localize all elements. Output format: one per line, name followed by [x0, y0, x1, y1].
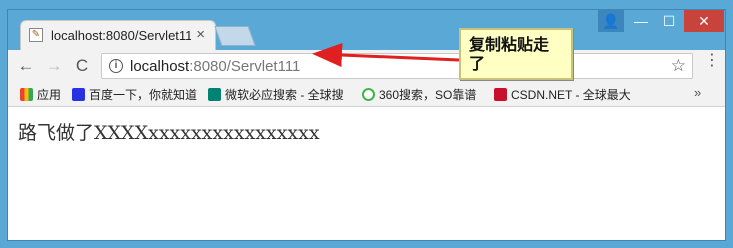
browser-menu-icon[interactable]: ⋮: [704, 53, 720, 69]
url-host: localhost: [130, 58, 190, 75]
forward-button[interactable]: →: [44, 56, 64, 76]
minimize-button[interactable]: —: [628, 10, 654, 32]
apps-icon: [20, 88, 33, 101]
site-info-icon[interactable]: i: [109, 59, 123, 73]
bookmark-label: 微软必应搜索 - 全球搜: [225, 88, 344, 102]
bookmarks-overflow-button[interactable]: »: [694, 85, 701, 100]
page-body-text: 路飞做了XXXXxxxxxxxxxxxxxxxx: [18, 122, 320, 144]
bookmark-label: 360搜索，SO靠谱: [379, 88, 477, 102]
bookmark-label: CSDN.NET - 全球最大: [511, 88, 631, 102]
browser-tab[interactable]: ✎ localhost:8080/Servlet111 ×: [20, 20, 216, 50]
baidu-paw-icon: [72, 88, 85, 101]
url-text[interactable]: localhost:8080/Servlet111: [130, 58, 300, 75]
user-profile-icon[interactable]: 👤: [598, 10, 624, 32]
browser-window: ✎ localhost:8080/Servlet111 × 👤 — ☐ ✕ ← …: [8, 10, 725, 240]
csdn-icon: [494, 88, 507, 101]
bookmark-360[interactable]: 360搜索，SO靠谱: [362, 86, 476, 103]
bookmark-label: 百度一下，你就知道: [89, 88, 198, 102]
bing-icon: [208, 88, 221, 101]
page-favicon-icon: ✎: [29, 28, 43, 42]
so360-icon: [362, 88, 375, 101]
back-button[interactable]: ←: [16, 56, 36, 76]
bookmark-csdn[interactable]: CSDN.NET - 全球最大: [494, 86, 631, 103]
url-path: :8080/Servlet111: [189, 58, 301, 75]
new-tab-button[interactable]: [214, 26, 256, 46]
reload-button[interactable]: C: [72, 56, 92, 76]
bookmark-apps[interactable]: 应用: [20, 86, 61, 103]
maximize-button[interactable]: ☐: [656, 10, 682, 32]
annotation-callout: 复制粘贴走了: [459, 28, 573, 80]
tab-strip: ✎ localhost:8080/Servlet111 × 👤 — ☐ ✕: [8, 10, 725, 50]
close-window-button[interactable]: ✕: [684, 10, 724, 32]
tab-title: localhost:8080/Servlet111: [51, 28, 191, 43]
page-content: 路飞做了XXXXxxxxxxxxxxxxxxxx: [8, 107, 725, 240]
tab-close-icon[interactable]: ×: [196, 26, 205, 43]
browser-toolbar: ← → C i localhost:8080/Servlet111 ☆ ⋮: [8, 50, 725, 82]
bookmarks-bar: 应用 百度一下，你就知道 微软必应搜索 - 全球搜 360搜索，SO靠谱 CSD…: [8, 82, 725, 107]
bookmark-star-icon[interactable]: ☆: [671, 56, 686, 76]
address-bar[interactable]: i localhost:8080/Servlet111 ☆: [101, 53, 693, 79]
bookmark-bing[interactable]: 微软必应搜索 - 全球搜: [208, 86, 344, 103]
bookmark-label: 应用: [37, 88, 62, 102]
bookmark-baidu[interactable]: 百度一下，你就知道: [72, 86, 197, 103]
